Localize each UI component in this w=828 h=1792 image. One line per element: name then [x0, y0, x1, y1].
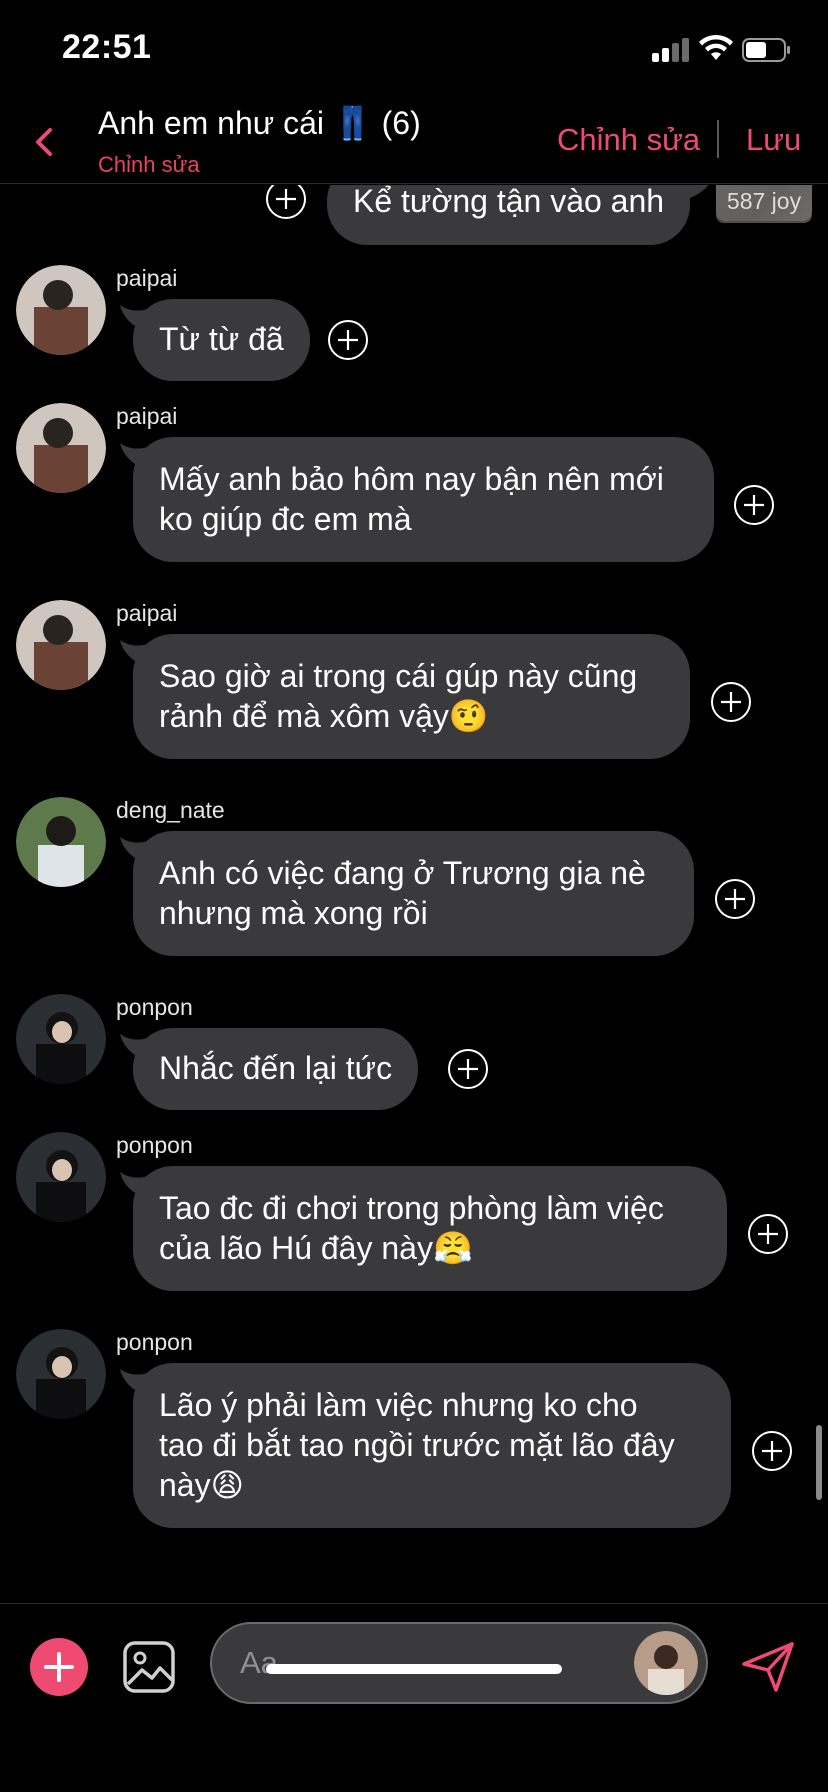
status-bar: 22:51 — [0, 0, 828, 100]
send-icon[interactable] — [740, 1638, 796, 1694]
sender-name: ponpon — [116, 1329, 193, 1355]
message-input[interactable] — [240, 1640, 580, 1686]
message-bubble[interactable]: Sao giờ ai trong cái gúp này cũng rảnh đ… — [133, 634, 690, 759]
sender-name: ponpon — [116, 994, 193, 1020]
bubble-tail — [684, 185, 709, 199]
home-indicator[interactable] — [266, 1664, 562, 1674]
wifi-icon — [699, 34, 733, 60]
message-bubble[interactable]: Mấy anh bảo hôm nay bận nên mới ko giúp … — [133, 437, 714, 562]
image-icon[interactable] — [122, 1640, 176, 1694]
message-bubble[interactable]: Từ từ đã — [133, 299, 310, 381]
status-time: 22:51 — [62, 28, 152, 66]
message-bubble[interactable]: Lão ý phải làm việc nhưng ko cho tao đi … — [133, 1363, 731, 1528]
avatar[interactable] — [16, 994, 106, 1084]
avatar[interactable] — [16, 1132, 106, 1222]
sender-name: paipai — [116, 600, 178, 626]
battery-icon — [742, 38, 790, 62]
add-reaction-icon[interactable] — [750, 1429, 794, 1473]
plus-icon — [44, 1652, 74, 1682]
back-chevron-icon[interactable] — [30, 122, 60, 162]
add-reaction-icon[interactable] — [746, 1212, 790, 1256]
add-reaction-icon[interactable] — [713, 877, 757, 921]
sender-name: deng_nate — [116, 797, 225, 823]
add-reaction-icon[interactable] — [326, 318, 370, 362]
sender-name: paipai — [116, 403, 178, 429]
joy-badge: 587 joy — [716, 185, 812, 223]
header-divider — [717, 120, 719, 158]
message-bubble[interactable]: Kể tường tận vào anh — [327, 185, 691, 245]
chat-screen: 22:51 Anh em như cái 👖 (6) Chỉnh sửa Chỉ… — [0, 0, 828, 1792]
avatar[interactable] — [16, 1329, 106, 1419]
sender-name: paipai — [116, 265, 178, 291]
chat-subtitle-edit[interactable]: Chỉnh sửa — [98, 152, 200, 178]
cellular-signal-icon — [652, 38, 690, 62]
sticker-avatar[interactable] — [634, 1631, 698, 1695]
message-bubble[interactable]: Tao đc đi chơi trong phòng làm việc của … — [133, 1166, 727, 1291]
add-reaction-icon[interactable] — [709, 680, 753, 724]
chat-title[interactable]: Anh em như cái 👖 (6) — [98, 104, 421, 142]
message-list[interactable]: Kể tường tận vào anh 587 joy paipai Từ t… — [0, 185, 828, 1603]
sender-name: ponpon — [116, 1132, 193, 1158]
avatar[interactable] — [16, 797, 106, 887]
avatar[interactable] — [16, 403, 106, 493]
add-reaction-icon[interactable] — [264, 185, 308, 221]
add-button[interactable] — [30, 1638, 88, 1696]
scrollbar[interactable] — [816, 1425, 822, 1500]
avatar[interactable] — [16, 600, 106, 690]
message-input-container[interactable] — [210, 1622, 708, 1704]
message-bubble[interactable]: Anh có việc đang ở Trương gia nè nhưng m… — [133, 831, 694, 956]
avatar[interactable] — [16, 265, 106, 355]
add-reaction-icon[interactable] — [446, 1047, 490, 1091]
message-composer — [0, 1603, 828, 1792]
add-reaction-icon[interactable] — [732, 483, 776, 527]
save-button[interactable]: Lưu — [746, 122, 801, 158]
edit-button[interactable]: Chỉnh sửa — [557, 122, 700, 158]
chat-header: Anh em như cái 👖 (6) Chỉnh sửa Chỉnh sửa… — [0, 100, 828, 184]
message-bubble[interactable]: Nhắc đến lại tức — [133, 1028, 419, 1110]
